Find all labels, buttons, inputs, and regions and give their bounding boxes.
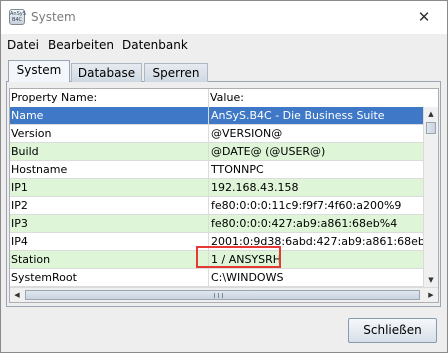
- property-name-cell[interactable]: IP3: [10, 215, 209, 232]
- property-name-cell[interactable]: IP2: [10, 197, 209, 214]
- properties-table: Property Name: Value: Name AnSyS.B4C - Di…: [9, 88, 439, 303]
- table-row[interactable]: IP2 fe80:0:0:0:11c9:f9f7:4f60:a200%9: [10, 197, 423, 215]
- window-title: System: [31, 10, 76, 24]
- property-value-cell[interactable]: AnSyS.B4C - Die Business Suite: [209, 107, 423, 124]
- menu-datei[interactable]: Datei: [7, 38, 39, 52]
- tab-sperren[interactable]: Sperren: [144, 63, 208, 82]
- close-button[interactable]: Schließen: [348, 318, 437, 343]
- property-value-cell[interactable]: @DATE@ (@USER@): [209, 143, 423, 160]
- horizontal-scroll-thumb[interactable]: [25, 290, 420, 300]
- scroll-left-icon[interactable]: ◀: [10, 288, 24, 302]
- table-row[interactable]: Hostname TTONNPC: [10, 161, 423, 179]
- table-row[interactable]: Version @VERSION@: [10, 125, 423, 143]
- scroll-right-icon[interactable]: ▶: [424, 288, 438, 302]
- grip-line: [214, 293, 215, 298]
- table-row[interactable]: IP1 192.168.43.158: [10, 179, 423, 197]
- property-name-cell[interactable]: Version: [10, 125, 209, 142]
- vertical-scrollbar[interactable]: ▲ ▼: [423, 107, 438, 287]
- grip-line: [218, 293, 219, 298]
- tab-system[interactable]: System: [8, 60, 70, 82]
- property-name-cell[interactable]: SystemRoot: [10, 269, 209, 286]
- property-value-cell[interactable]: TTONNPC: [209, 161, 423, 178]
- table-row[interactable]: Name AnSyS.B4C - Die Business Suite: [10, 107, 423, 125]
- table-row[interactable]: Build @DATE@ (@USER@): [10, 143, 423, 161]
- property-name-cell[interactable]: Name: [10, 107, 209, 124]
- property-name-cell[interactable]: IP4: [10, 233, 209, 250]
- title-bar: AnSyS B4C System ✕: [1, 1, 447, 34]
- property-name-cell[interactable]: Station: [10, 251, 209, 268]
- property-name-cell[interactable]: IP1: [10, 179, 209, 196]
- property-value-cell[interactable]: C:\WINDOWS: [209, 269, 423, 286]
- column-header-property-name[interactable]: Property Name:: [10, 89, 209, 107]
- station-value-highlight: [196, 246, 281, 268]
- horizontal-scrollbar[interactable]: ◀ ▶: [10, 287, 438, 302]
- property-value-cell[interactable]: fe80:0:0:0:11c9:f9f7:4f60:a200%9: [209, 197, 423, 214]
- property-value-cell[interactable]: fe80:0:0:0:427:ab9:a861:68eb%4: [209, 215, 423, 232]
- menu-bar: Datei Bearbeiten Datenbank: [1, 34, 447, 56]
- property-value-cell[interactable]: @VERSION@: [209, 125, 423, 142]
- table-header: Property Name: Value:: [10, 89, 423, 108]
- tab-database[interactable]: Database: [71, 63, 142, 82]
- app-logo-icon: AnSyS B4C: [9, 9, 26, 25]
- grip-line: [222, 293, 223, 298]
- close-window-button[interactable]: ✕: [401, 1, 447, 33]
- column-header-value[interactable]: Value:: [209, 89, 420, 107]
- property-name-cell[interactable]: Hostname: [10, 161, 209, 178]
- menu-datenbank[interactable]: Datenbank: [122, 38, 188, 52]
- scroll-down-icon[interactable]: ▼: [424, 273, 438, 287]
- property-name-cell[interactable]: Build: [10, 143, 209, 160]
- table-row[interactable]: SystemRoot C:\WINDOWS: [10, 269, 423, 287]
- vertical-scroll-thumb[interactable]: [426, 122, 436, 134]
- scroll-up-icon[interactable]: ▲: [424, 107, 438, 121]
- menu-bearbeiten[interactable]: Bearbeiten: [48, 38, 114, 52]
- property-value-cell[interactable]: 192.168.43.158: [209, 179, 423, 196]
- system-window: AnSyS B4C System ✕ Datei Bearbeiten Date…: [0, 0, 448, 353]
- table-row[interactable]: IP3 fe80:0:0:0:427:ab9:a861:68eb%4: [10, 215, 423, 233]
